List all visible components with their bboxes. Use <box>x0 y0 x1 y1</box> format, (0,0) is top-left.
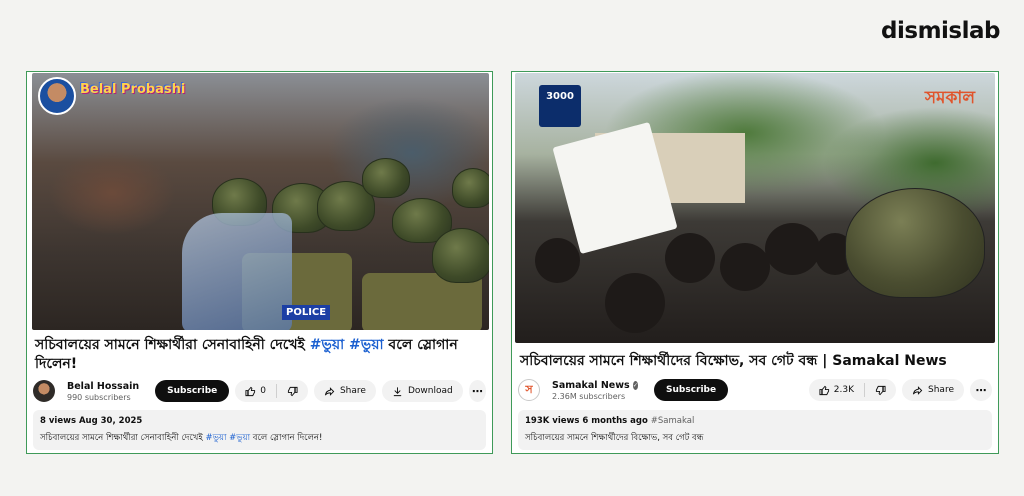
download-label: Download <box>407 386 453 396</box>
description-box[interactable]: 8 views Aug 30, 2025 সচিবালয়ের সামনে শি… <box>33 410 486 450</box>
more-horizontal-icon: ⋯ <box>975 383 987 397</box>
hashtag-link[interactable]: #ভুয়া <box>205 433 226 443</box>
share-label: Share <box>339 386 366 396</box>
views-and-date: 193K views 6 months ago #Samakal <box>525 416 695 426</box>
samakal-watermark: সমকাল <box>924 88 975 108</box>
video-thumbnail-left[interactable]: POLICE Belal Probashi <box>32 73 489 330</box>
download-arrow-icon <box>393 386 402 396</box>
like-button[interactable]: 0 <box>235 380 276 402</box>
counter-badge: 3000 <box>539 85 581 127</box>
description-text: সচিবালয়ের সামনে শিক্ষার্থীরা সেনাবাহিনী… <box>40 433 323 443</box>
police-label: POLICE <box>282 305 331 320</box>
dislike-button[interactable] <box>865 379 896 401</box>
protest-scene-image <box>515 73 995 343</box>
video-meta-row: Belal Hossain 990 subscribers Subscribe … <box>33 379 486 403</box>
protest-scene-image: POLICE <box>32 73 489 330</box>
share-button[interactable]: Share <box>313 380 376 402</box>
title-text: দিলেন! <box>35 356 78 372</box>
video-thumbnail-right[interactable]: 3000 সমকাল <box>515 73 995 343</box>
title-text: সচিবালয়ের সামনে শিক্ষার্থীরা সেনাবাহিনী… <box>35 337 310 353</box>
video-meta-row: স Samakal News ✓ 2.36M subscribers Subsc… <box>518 378 992 402</box>
thumbs-up-icon <box>245 386 256 396</box>
overlay-channel-name: Belal Probashi <box>80 82 186 97</box>
share-arrow-icon <box>912 385 923 395</box>
title-text: বলে স্লোগান <box>383 337 458 353</box>
like-count: 0 <box>260 386 266 396</box>
description-box[interactable]: 193K views 6 months ago #Samakal সচিবালয… <box>518 410 992 450</box>
channel-info: Belal Hossain 990 subscribers <box>67 381 139 402</box>
verified-check-icon: ✓ <box>632 380 638 390</box>
video-card-right: 3000 সমকাল সচিবালয়ের সামনে শিক্ষার্থীদে… <box>511 71 999 454</box>
description-text: সচিবালয়ের সামনে শিক্ষার্থীদের বিক্ষোভ, … <box>525 433 704 443</box>
video-title: সচিবালয়ের সামনে শিক্ষার্থীরা সেনাবাহিনী… <box>35 336 484 374</box>
video-card-left: POLICE Belal Probashi সচিবালয়ের সামনে শ… <box>26 71 493 454</box>
like-dislike-group: 2.3K <box>808 379 897 401</box>
like-dislike-group: 0 <box>235 380 308 402</box>
more-options-button[interactable]: ⋯ <box>468 380 486 402</box>
subscriber-count: 990 subscribers <box>67 392 131 402</box>
subscriber-count: 2.36M subscribers <box>552 391 626 401</box>
thumbs-down-icon <box>287 386 298 396</box>
channel-name[interactable]: Belal Hossain <box>67 381 139 392</box>
thumbs-up-icon <box>819 385 829 395</box>
subscribe-button[interactable]: Subscribe <box>155 380 230 402</box>
thumbs-down-icon <box>875 385 886 395</box>
download-button[interactable]: Download <box>381 380 463 402</box>
dismislab-logo: dismislab <box>881 18 1000 44</box>
share-button[interactable]: Share <box>902 379 964 401</box>
video-title: সচিবালয়ের সামনে শিক্ষার্থীদের বিক্ষোভ, … <box>520 353 947 369</box>
hashtag-link[interactable]: #ভুয়া <box>229 433 250 443</box>
overlay-avatar <box>38 77 76 115</box>
like-button[interactable]: 2.3K <box>809 379 864 401</box>
views-and-date: 8 views Aug 30, 2025 <box>40 416 143 426</box>
more-horizontal-icon: ⋯ <box>471 384 483 398</box>
dislike-button[interactable] <box>277 380 308 402</box>
channel-name[interactable]: Samakal News ✓ <box>552 380 638 391</box>
share-arrow-icon <box>324 386 335 396</box>
hashtag-link[interactable]: #ভুয়া <box>349 337 383 353</box>
like-count: 2.3K <box>833 385 855 395</box>
channel-avatar[interactable]: স <box>518 379 540 401</box>
channel-info: Samakal News ✓ 2.36M subscribers <box>552 380 638 401</box>
subscribe-button[interactable]: Subscribe <box>654 379 729 401</box>
hashtag-link[interactable]: #ভুয়া <box>310 337 344 353</box>
hashtag-link[interactable]: #Samakal <box>651 416 695 426</box>
channel-avatar[interactable] <box>33 380 55 402</box>
more-options-button[interactable]: ⋯ <box>970 379 992 401</box>
share-label: Share <box>928 385 954 395</box>
